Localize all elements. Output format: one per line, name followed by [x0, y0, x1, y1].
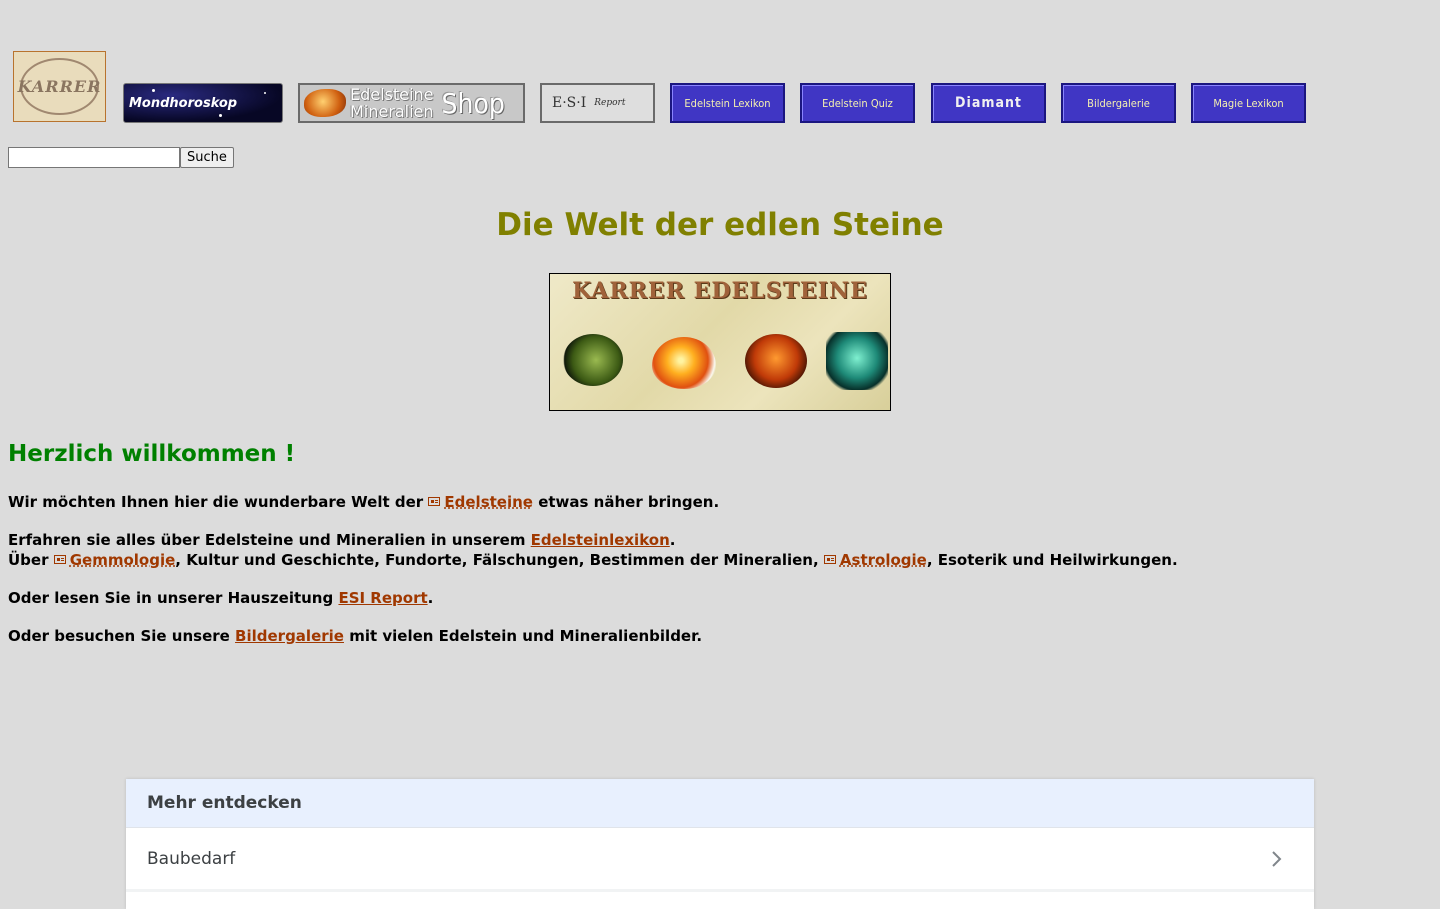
galerie-paragraph: Oder besuchen Sie unsere Bildergalerie m… [8, 626, 702, 646]
esi-report-link[interactable]: ESI Report [338, 589, 427, 607]
star-icon [219, 114, 222, 117]
edelstein-quiz-label: Edelstein Quiz [822, 96, 893, 110]
shop-line1: Edelsteine [350, 85, 434, 104]
esi-paragraph: Oder lesen Sie in unserer Hauszeitung ES… [8, 588, 433, 608]
star-icon [264, 92, 266, 94]
edelstein-quiz-button[interactable]: Edelstein Quiz [800, 83, 915, 123]
shop-line2: Mineralien [350, 102, 434, 121]
link-icon [428, 497, 441, 506]
bildergalerie-link[interactable]: Bildergalerie [235, 627, 344, 645]
search-button[interactable]: Suche [180, 147, 234, 168]
karrer-edelsteine-banner: KARRER EDELSTEINE [549, 273, 891, 411]
page-title: Die Welt der edlen Steine [496, 207, 944, 243]
magie-lexikon-label: Magie Lexikon [1213, 96, 1284, 110]
gemmologie-link[interactable]: Gemmologie [70, 551, 176, 569]
esi-small-label: Report [594, 98, 626, 108]
bildergalerie-label: Bildergalerie [1087, 96, 1150, 110]
p2b-text-middle: , Kultur und Geschichte, Fundorte, Fälsc… [175, 551, 824, 569]
p4-text-end: mit vielen Edelstein und Mineralienbilde… [343, 627, 703, 645]
esi-report-button[interactable]: E·S·I Report [540, 83, 655, 123]
gem-icon [304, 89, 346, 117]
diamant-label: Diamant [955, 95, 1022, 111]
discover-item-baubedarf[interactable]: Baubedarf [126, 828, 1314, 892]
mehr-entdecken-panel: Mehr entdecken Baubedarf [126, 779, 1314, 909]
p2b-text: Über [8, 551, 54, 569]
shop-words: Edelsteine Mineralien [350, 86, 434, 120]
p4-text: Oder besuchen Sie unsere [8, 627, 236, 645]
edelsteine-link[interactable]: Edelsteine [444, 493, 533, 511]
bildergalerie-button[interactable]: Bildergalerie [1061, 83, 1176, 123]
p3-text: Oder lesen Sie in unserer Hauszeitung [8, 589, 339, 607]
p2-text-end: . [669, 531, 676, 549]
mondhoroskop-button[interactable]: Mondhoroskop [123, 83, 283, 123]
edelstein-lexikon-button[interactable]: Edelstein Lexikon [670, 83, 785, 123]
mehr-entdecken-title: Mehr entdecken [126, 779, 1314, 828]
link-icon [53, 555, 66, 564]
main-content: Herzlich willkommen ! Wir möchten Ihnen … [8, 438, 1428, 645]
search-form: Suche [8, 147, 234, 168]
lexikon-paragraph: Erfahren sie alles über Edelsteine und M… [8, 530, 1178, 570]
p1-text: Wir möchten Ihnen hier die wunderbare We… [8, 493, 429, 511]
teal-gem-image [826, 332, 888, 390]
p1-text-end: etwas näher bringen. [532, 493, 720, 511]
chevron-right-icon [1272, 850, 1282, 867]
edelsteinlexikon-link[interactable]: Edelsteinlexikon [531, 531, 670, 549]
magie-lexikon-button[interactable]: Magie Lexikon [1191, 83, 1306, 123]
star-icon [152, 89, 155, 92]
intro-paragraph: Wir möchten Ihnen hier die wunderbare We… [8, 492, 719, 512]
link-icon [823, 555, 836, 564]
shop-button[interactable]: Edelsteine Mineralien Shop [298, 83, 525, 123]
top-navigation: KARRER Mondhoroskop Edelsteine Mineralie… [0, 0, 1440, 130]
astrologie-link[interactable]: Astrologie [840, 551, 927, 569]
welcome-heading: Herzlich willkommen ! [8, 441, 296, 467]
green-gem-image [563, 334, 623, 386]
discover-item-label: Baubedarf [147, 848, 236, 869]
esi-label: E·S·I [552, 95, 587, 111]
edelstein-lexikon-label: Edelstein Lexikon [684, 96, 771, 110]
p2-text: Erfahren sie alles über Edelsteine und M… [8, 531, 531, 549]
karrer-logo[interactable]: KARRER [13, 51, 106, 122]
search-input[interactable] [8, 147, 180, 168]
red-gem-image [745, 334, 807, 388]
p2b-text-end: , Esoterik und Heilwirkungen. [926, 551, 1178, 569]
logo-text: KARRER [17, 77, 102, 96]
shop-big-label: Shop [441, 86, 505, 120]
banner-title: KARRER EDELSTEINE [572, 278, 868, 304]
p3-text-end: . [427, 589, 434, 607]
orange-gem-image [652, 337, 716, 389]
diamant-button[interactable]: Diamant [931, 83, 1046, 123]
mondhoroskop-label: Mondhoroskop [129, 95, 238, 111]
